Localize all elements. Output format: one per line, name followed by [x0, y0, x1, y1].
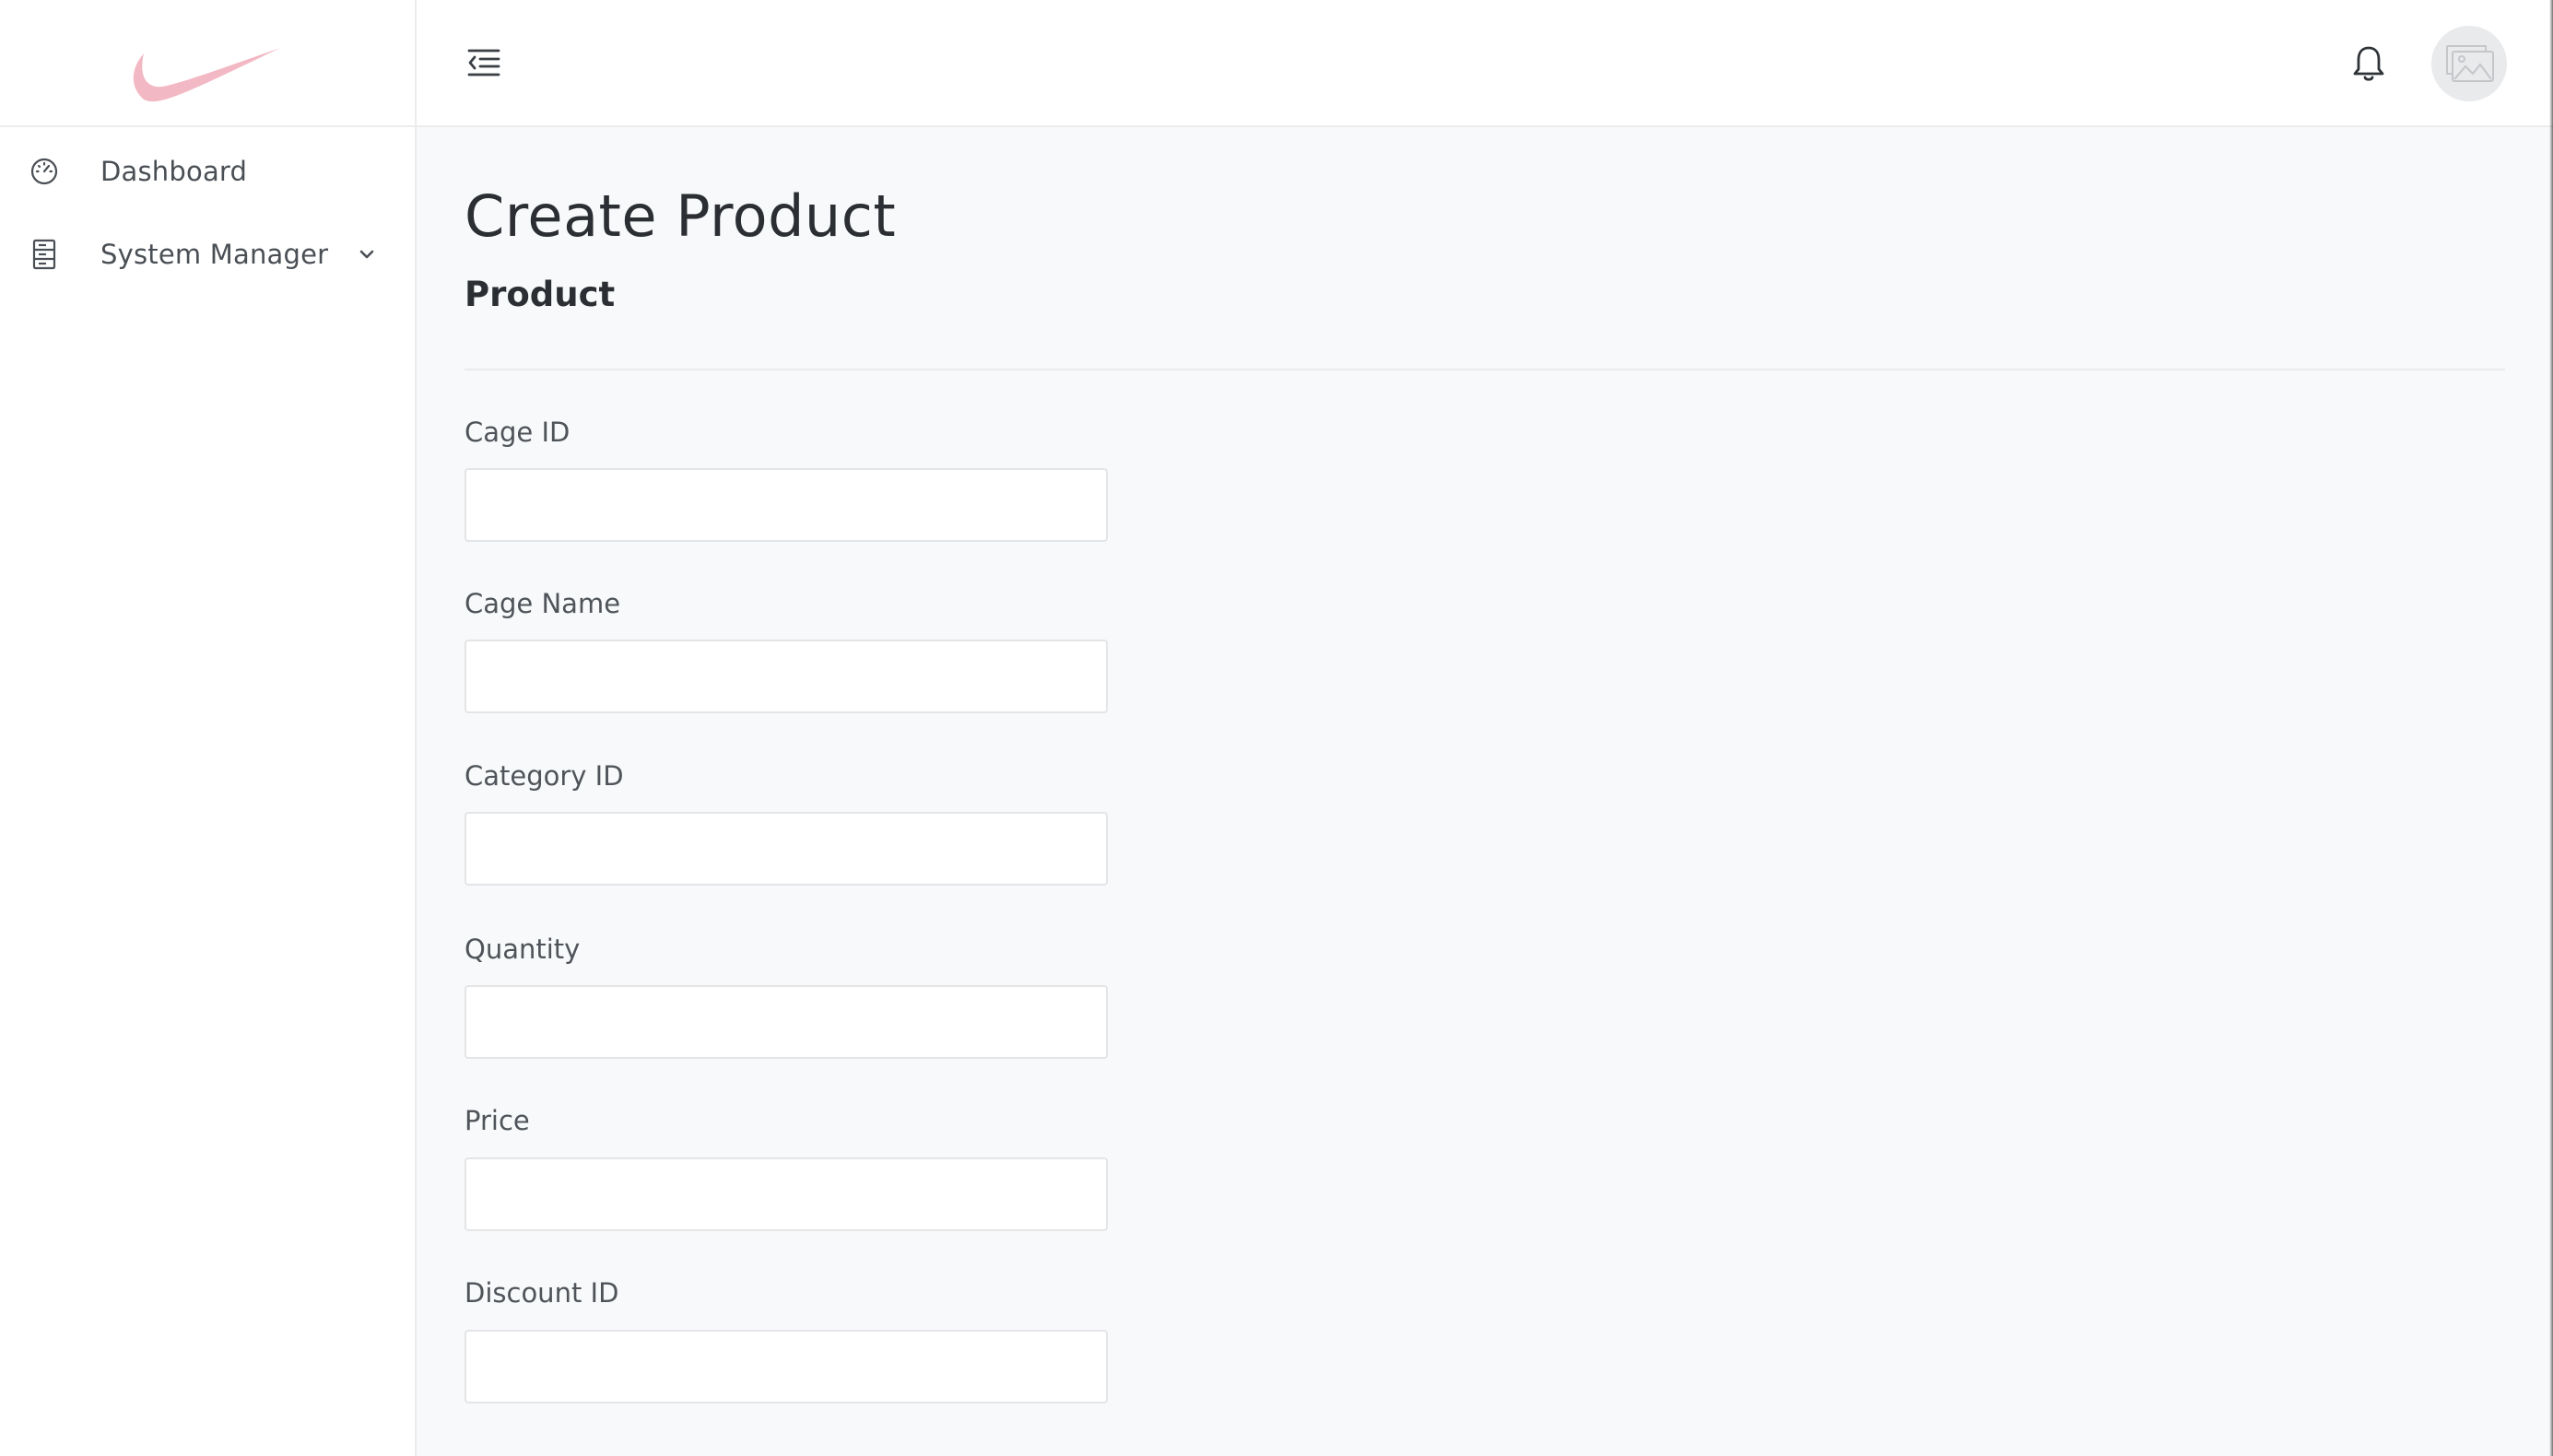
avatar[interactable]	[2431, 26, 2507, 101]
divider	[465, 369, 2505, 370]
quantity-label: Quantity	[465, 933, 581, 965]
section-title: Product	[465, 275, 616, 314]
sidebar-item-dashboard[interactable]: Dashboard	[0, 135, 415, 208]
chevron-down-icon	[359, 250, 374, 259]
topbar	[417, 0, 2553, 127]
sidebar-item-system-manager[interactable]: System Manager	[0, 217, 415, 291]
bell-icon[interactable]	[2350, 44, 2387, 83]
swoosh-logo-icon	[133, 48, 280, 102]
image-placeholder-icon	[2446, 45, 2494, 82]
price-input[interactable]	[465, 1157, 1108, 1231]
logo-area[interactable]	[0, 0, 415, 127]
gauge-icon	[28, 155, 61, 188]
discount-id-input[interactable]	[465, 1330, 1108, 1403]
discount-id-label: Discount ID	[465, 1277, 619, 1309]
window-edge	[2549, 0, 2553, 1456]
page-title: Create Product	[465, 182, 897, 250]
menu-collapse-icon[interactable]	[466, 46, 501, 79]
cage-name-input[interactable]	[465, 640, 1108, 713]
main-content: Create Product Product Cage ID Cage Name…	[417, 127, 2553, 1456]
cage-id-input[interactable]	[465, 468, 1108, 542]
price-label: Price	[465, 1105, 530, 1136]
quantity-input[interactable]	[465, 985, 1108, 1059]
sidebar-item-label: Dashboard	[100, 156, 248, 187]
sidebar-item-label: System Manager	[100, 239, 329, 270]
app-window: Dashboard System Manager Create Product …	[0, 0, 2553, 1456]
server-icon	[28, 238, 61, 271]
category-id-label: Category ID	[465, 760, 624, 792]
cage-id-label: Cage ID	[465, 417, 571, 448]
cage-name-label: Cage Name	[465, 588, 621, 619]
sidebar: Dashboard System Manager	[0, 0, 417, 1456]
category-id-input[interactable]	[465, 812, 1108, 886]
